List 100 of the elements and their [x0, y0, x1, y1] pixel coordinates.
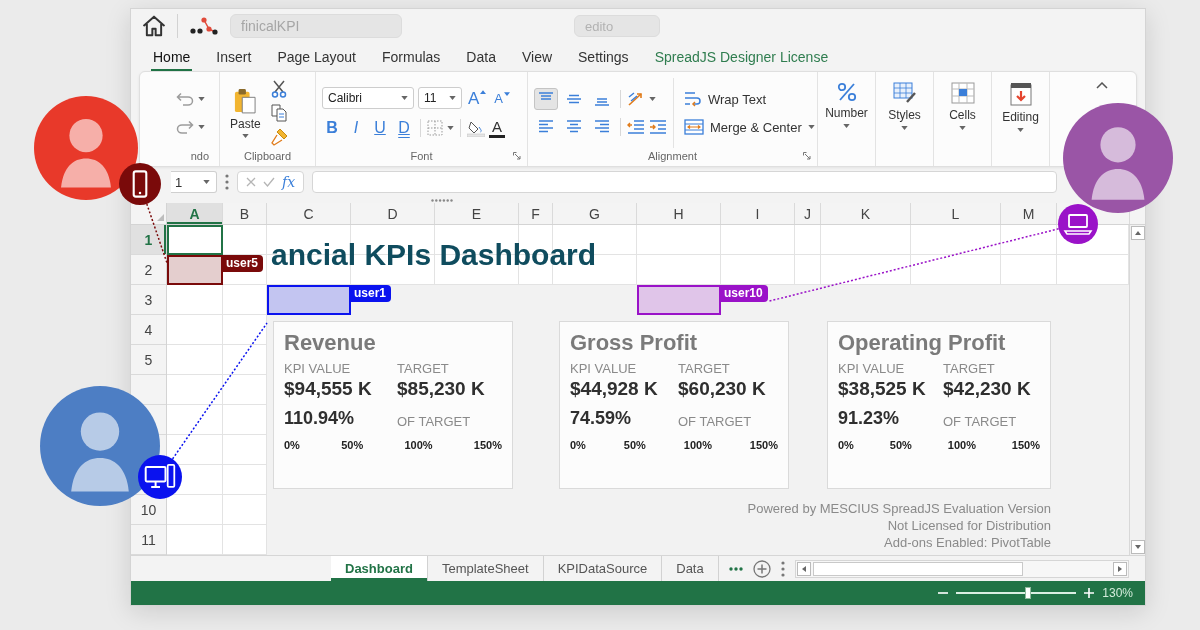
home-icon[interactable]: [143, 15, 165, 37]
row-header[interactable]: 2: [131, 255, 166, 285]
row-header[interactable]: 4: [131, 315, 166, 345]
ribbon-tab[interactable]: SpreadJS Designer License: [652, 49, 831, 71]
ribbon-tab[interactable]: View: [519, 49, 555, 71]
kpi-value: $44,928 K: [570, 378, 658, 400]
scroll-right-icon[interactable]: [1113, 561, 1127, 576]
double-underline-button[interactable]: D: [394, 117, 414, 139]
logo-icon: [190, 16, 218, 36]
resize-grip-icon[interactable]: [431, 198, 453, 202]
scale-label: 100%: [683, 439, 712, 451]
caret-up-icon: [480, 89, 487, 94]
more-vertical-icon[interactable]: [225, 174, 229, 190]
diagonal-arrow-icon[interactable]: [627, 91, 645, 107]
caret-icon[interactable]: [198, 97, 205, 101]
evaluation-notice: Not Licensed for Distribution: [887, 516, 1051, 534]
kpi-value-label: KPI VALUE: [570, 361, 637, 376]
italic-button[interactable]: I: [346, 117, 366, 139]
add-icon[interactable]: [752, 559, 771, 578]
column-header[interactable]: H: [637, 203, 721, 224]
evaluation-notice: Powered by MESCIUS SpreadJS Evaluation Version: [747, 499, 1051, 517]
column-header[interactable]: C: [267, 203, 351, 224]
check-icon[interactable]: [263, 177, 275, 187]
formula-input[interactable]: [312, 171, 1057, 193]
caret-icon[interactable]: [649, 97, 656, 101]
target-value: $85,230 K: [397, 378, 485, 400]
column-header[interactable]: B: [223, 203, 267, 224]
column-header[interactable]: E: [435, 203, 519, 224]
target-label: TARGET: [678, 361, 730, 376]
group-label: ndo: [190, 149, 209, 162]
copy-icon[interactable]: [270, 104, 287, 122]
evaluation-notice: Add-ons Enabled: PivotTable: [884, 533, 1051, 551]
row-header[interactable]: 1: [131, 225, 166, 255]
column-header[interactable]: D: [351, 203, 435, 224]
cut-icon[interactable]: [270, 80, 287, 98]
zoom-in-icon[interactable]: [1084, 588, 1095, 598]
undo-icon[interactable]: [176, 92, 194, 106]
column-header[interactable]: F: [519, 203, 553, 224]
target-label: TARGET: [397, 361, 449, 376]
scrollbar-thumb[interactable]: [812, 561, 1023, 576]
ribbon-tab[interactable]: Insert: [214, 49, 254, 71]
align-top-button[interactable]: [534, 88, 558, 110]
column-header[interactable]: A: [167, 203, 223, 224]
row-header[interactable]: 3: [131, 285, 166, 315]
group-label: Alignment: [648, 149, 697, 162]
merge-center-button[interactable]: Merge & Center: [684, 119, 815, 135]
scroll-left-icon[interactable]: [796, 561, 811, 576]
paint-bucket-icon[interactable]: [467, 119, 485, 137]
column-header[interactable]: I: [721, 203, 795, 224]
align-left-icon: [538, 120, 554, 134]
ribbon-tab[interactable]: Formulas: [380, 49, 443, 71]
zoom-slider-thumb[interactable]: [1025, 587, 1032, 599]
column-header[interactable]: G: [553, 203, 637, 224]
vertical-dots-icon[interactable]: [780, 560, 785, 577]
redo-icon[interactable]: [176, 120, 194, 134]
caret-icon: [241, 134, 249, 138]
ribbon-tab[interactable]: Page Layout: [275, 49, 358, 71]
column-header[interactable]: M: [1001, 203, 1057, 224]
corner-arrow-icon[interactable]: [513, 151, 521, 160]
scale-label: 0%: [838, 439, 854, 451]
font-size-dropdown[interactable]: 11: [418, 87, 462, 109]
caret-icon[interactable]: [198, 125, 205, 129]
corner-arrow-icon[interactable]: [803, 151, 811, 160]
row-header[interactable]: 5: [131, 345, 166, 375]
name-box[interactable]: 1: [171, 171, 217, 193]
grow-font-button[interactable]: A: [466, 89, 489, 107]
font-name-dropdown[interactable]: Calibri: [322, 87, 414, 109]
zoom-level-text: 130%: [1102, 586, 1133, 600]
column-header[interactable]: J: [795, 203, 821, 224]
number-format-button[interactable]: Number: [818, 72, 875, 128]
paintbrush-icon[interactable]: [270, 128, 289, 146]
scroll-up-icon[interactable]: [1130, 226, 1145, 240]
target-label: TARGET: [943, 361, 995, 376]
more-horizontal-icon[interactable]: [728, 566, 743, 571]
align-center-icon: [566, 120, 582, 134]
scale-label: 50%: [623, 439, 646, 451]
column-header[interactable]: L: [911, 203, 1001, 224]
chevron-up-icon[interactable]: [1096, 82, 1108, 89]
column-header[interactable]: K: [821, 203, 911, 224]
underline-button[interactable]: U: [370, 117, 390, 139]
borders-dropdown[interactable]: [427, 120, 454, 136]
editing-button[interactable]: Editing: [992, 72, 1049, 132]
paste-button[interactable]: Paste: [226, 88, 265, 138]
increase-indent-icon[interactable]: [649, 120, 667, 134]
wrap-text-button[interactable]: Wrap Text: [684, 91, 815, 107]
sheet-tab[interactable]: Dashboard: [331, 556, 428, 581]
ribbon-tab[interactable]: Data: [464, 49, 498, 71]
cells-button[interactable]: Cells: [934, 72, 991, 130]
percent-icon: [836, 82, 857, 102]
insert-function-button[interactable]: fx: [282, 174, 296, 190]
bold-button[interactable]: B: [322, 117, 342, 139]
font-color-button[interactable]: A: [489, 118, 505, 138]
cancel-icon[interactable]: [246, 177, 256, 187]
scroll-down-icon[interactable]: [1130, 540, 1145, 554]
kpi-value: $38,525 K: [838, 378, 926, 400]
ribbon-tab[interactable]: Settings: [576, 49, 631, 71]
styles-button[interactable]: Styles: [876, 72, 933, 130]
target-value: $60,230 K: [678, 378, 766, 400]
decrease-indent-icon[interactable]: [627, 120, 645, 134]
shrink-font-button[interactable]: A: [492, 91, 512, 105]
